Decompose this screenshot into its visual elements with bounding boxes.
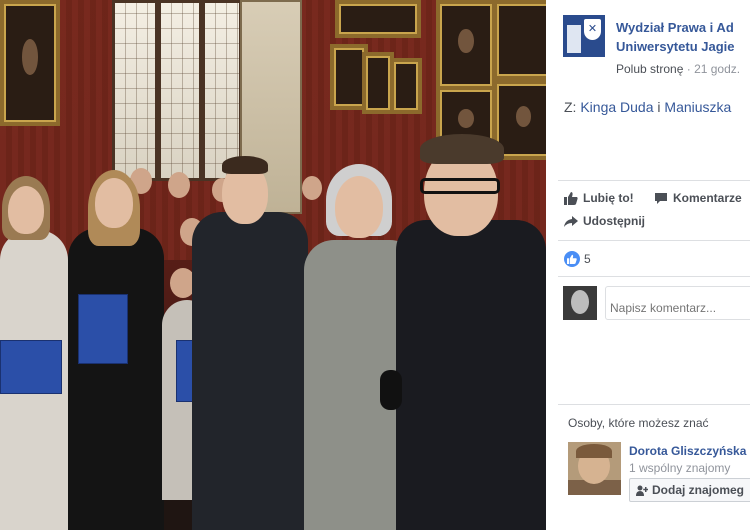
divider <box>558 276 750 277</box>
audience-head <box>168 172 190 198</box>
person-hair <box>420 134 504 164</box>
post-authors: Z: Kinga Duda i Maniuszka <box>564 99 731 115</box>
blue-folder <box>78 294 128 364</box>
page-name[interactable]: Wydział Prawa i Ad Uniwersytetu Jagie <box>616 18 750 56</box>
person-body <box>68 228 164 530</box>
divider <box>558 240 750 241</box>
reaction-summary[interactable]: 5 <box>564 251 591 267</box>
post-photo[interactable] <box>0 0 546 530</box>
people-you-may-know-title: Osoby, które możesz znać <box>568 416 709 430</box>
window <box>202 0 242 181</box>
divider <box>558 404 750 405</box>
thumbs-up-icon <box>564 192 578 205</box>
person-face <box>8 186 44 234</box>
like-label: Lubię to! <box>583 191 634 205</box>
person-face <box>335 176 383 238</box>
page-name-line2[interactable]: Uniwersytetu Jagie <box>616 37 750 56</box>
add-friend-icon <box>636 485 648 496</box>
from-prefix: Z: <box>564 99 581 115</box>
microphone <box>380 370 402 410</box>
crest-icon: ✕ <box>584 19 601 40</box>
divider <box>558 180 750 181</box>
blue-folder <box>0 340 62 394</box>
like-button[interactable]: Lubię to! <box>564 191 634 205</box>
page-avatar[interactable]: ✕ <box>563 15 605 57</box>
add-friend-button[interactable]: Dodaj znajomeg <box>629 478 750 502</box>
add-friend-label: Dodaj znajomeg <box>652 483 745 497</box>
share-icon <box>564 215 578 227</box>
comment-icon <box>655 192 667 204</box>
post-meta: Polub stronę · 21 godz. <box>616 62 740 76</box>
author-join: i <box>653 99 665 115</box>
person-face <box>95 178 133 228</box>
person-body <box>396 220 546 530</box>
person-hair <box>222 156 268 174</box>
current-user-avatar <box>563 286 597 320</box>
author-link-1[interactable]: Kinga Duda <box>580 99 653 115</box>
person-body <box>192 212 308 530</box>
share-button[interactable]: Udostępnij <box>564 214 645 228</box>
reaction-count: 5 <box>584 252 591 266</box>
audience-head <box>302 176 322 200</box>
suggested-person-name[interactable]: Dorota Gliszczyńska <box>629 444 746 458</box>
share-label: Udostępnij <box>583 214 645 228</box>
painting <box>436 0 496 90</box>
glasses <box>420 178 500 194</box>
window <box>112 0 158 181</box>
comment-button[interactable]: Komentarze <box>654 191 742 205</box>
author-link-2[interactable]: Maniuszka <box>664 99 731 115</box>
post-side-panel: ✕ Wydział Prawa i Ad Uniwersytetu Jagie … <box>546 0 750 530</box>
painting <box>493 0 546 80</box>
meta-separator: · <box>683 62 695 76</box>
suggested-person-avatar[interactable] <box>568 442 621 495</box>
comment-label: Komentarze <box>673 191 742 205</box>
page-name-line1[interactable]: Wydział Prawa i Ad <box>616 18 750 37</box>
post-timestamp[interactable]: 21 godz. <box>694 62 740 76</box>
portrait-painting <box>0 0 60 126</box>
comment-input[interactable] <box>605 286 750 320</box>
painting <box>335 0 421 38</box>
window <box>158 0 202 181</box>
like-reaction-icon <box>564 251 580 267</box>
mutual-friends[interactable]: 1 wspólny znajomy <box>629 461 730 475</box>
follow-page-link[interactable]: Polub stronę <box>616 62 683 76</box>
painting <box>390 58 422 114</box>
